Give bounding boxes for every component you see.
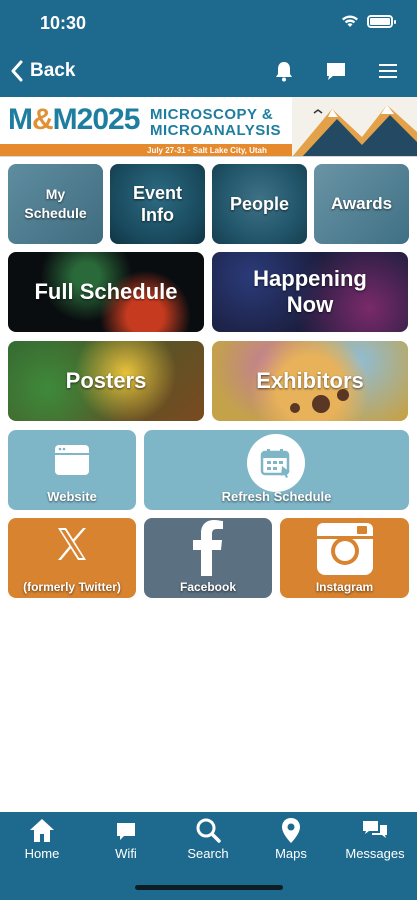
home-icon xyxy=(30,819,54,842)
exhibitors-label: Exhibitors xyxy=(256,368,364,393)
refresh-schedule-tile[interactable]: Refresh Schedule xyxy=(144,430,409,510)
my-schedule-tile[interactable]: My Schedule xyxy=(8,164,103,244)
awards-tile[interactable]: Awards xyxy=(314,164,409,244)
status-time: 10:30 xyxy=(40,13,87,33)
event-info-label: Event Info xyxy=(132,183,183,225)
exhibitors-tile[interactable]: Exhibitors xyxy=(212,341,408,421)
twitter-label: (formerly Twitter) xyxy=(23,580,121,594)
bottom-tab-bar: Home Wifi Search Maps Messages xyxy=(0,812,417,900)
mountains-illustration xyxy=(292,97,417,156)
banner-date: July 27-31 · Salt Lake City, Utah xyxy=(147,146,267,155)
decorative-dot xyxy=(312,395,330,413)
posters-tile[interactable]: Posters xyxy=(8,341,204,421)
messages-icon xyxy=(363,821,387,838)
refresh-icon-circle xyxy=(247,434,305,492)
tab-search[interactable]: Search xyxy=(168,816,248,861)
tab-maps-label: Maps xyxy=(275,846,307,861)
tab-messages-label: Messages xyxy=(345,846,405,861)
website-tile[interactable]: Website xyxy=(8,430,136,510)
home-indicator xyxy=(135,885,283,890)
tab-maps[interactable]: Maps xyxy=(251,816,331,861)
chat-icon[interactable] xyxy=(325,60,347,82)
bell-icon[interactable] xyxy=(273,60,295,82)
twitter-x-tile[interactable]: (formerly Twitter) xyxy=(8,518,136,598)
top-bar: 10:30 Back xyxy=(0,0,417,97)
tab-wifi[interactable]: Wifi xyxy=(86,816,166,861)
event-info-tile[interactable]: Event Info xyxy=(110,164,205,244)
full-schedule-tile[interactable]: Full Schedule xyxy=(8,252,204,332)
happening-now-label: Happening Now xyxy=(253,266,367,317)
refresh-schedule-label: Refresh Schedule xyxy=(221,489,332,504)
chevron-left-icon xyxy=(11,60,23,82)
search-icon xyxy=(196,818,221,843)
status-icons xyxy=(341,14,396,28)
posters-label: Posters xyxy=(65,368,147,393)
facebook-logo-icon xyxy=(193,520,223,576)
wifi-status-icon xyxy=(342,15,358,27)
browser-window-icon xyxy=(55,445,89,475)
people-label: People xyxy=(229,194,290,214)
tab-messages[interactable]: Messages xyxy=(335,816,415,861)
menu-icon[interactable] xyxy=(377,60,399,82)
instagram-logo-icon xyxy=(316,523,373,575)
my-schedule-label: My Schedule xyxy=(24,186,87,221)
speech-bubble-icon xyxy=(117,823,135,840)
instagram-label: Instagram xyxy=(315,580,374,594)
battery-icon xyxy=(367,14,396,28)
mm2025-logo: M&M2025 xyxy=(8,103,140,136)
x-logo-icon xyxy=(58,528,86,560)
tab-home[interactable]: Home xyxy=(2,816,82,861)
happening-now-tile[interactable]: Happening Now xyxy=(212,252,408,332)
nav-actions xyxy=(273,60,399,82)
tab-search-label: Search xyxy=(187,846,229,861)
back-label: Back xyxy=(30,60,76,81)
awards-label: Awards xyxy=(330,194,393,213)
people-tile[interactable]: People xyxy=(212,164,307,244)
facebook-label: Facebook xyxy=(179,580,236,594)
banner-title: MICROSCOPY & MICROANALYSIS xyxy=(150,106,281,139)
facebook-tile[interactable]: Facebook xyxy=(144,518,272,598)
instagram-tile[interactable]: Instagram xyxy=(280,518,409,598)
website-label: Website xyxy=(47,489,97,504)
map-pin-icon xyxy=(282,818,300,843)
full-schedule-label: Full Schedule xyxy=(34,279,178,304)
decorative-dot xyxy=(290,403,300,413)
tab-wifi-label: Wifi xyxy=(115,846,137,861)
calendar-refresh-icon xyxy=(260,449,290,478)
tab-home-label: Home xyxy=(24,846,60,861)
conference-banner: M&M2025 MICROSCOPY & MICROANALYSIS July … xyxy=(0,97,417,157)
back-button[interactable]: Back xyxy=(10,60,75,82)
